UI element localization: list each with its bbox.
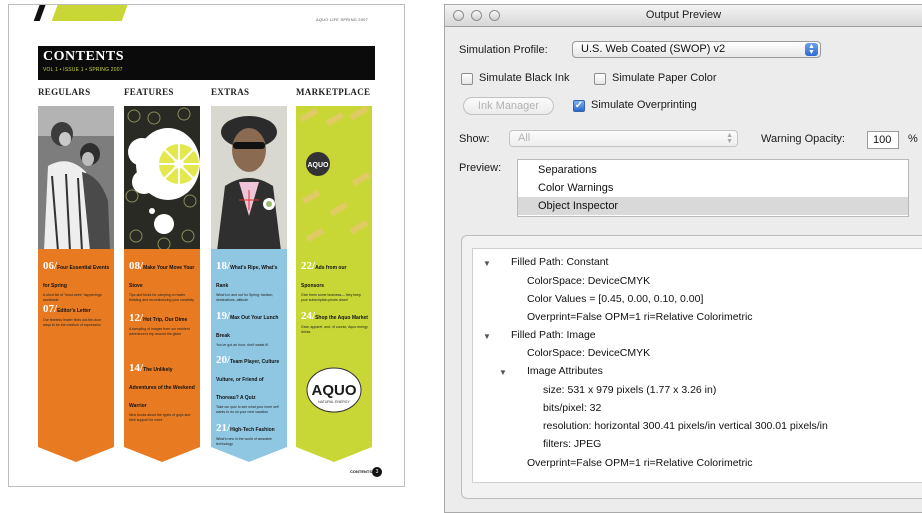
- footer-contents-label: CONTENTS: [350, 469, 372, 474]
- column-heading-marketplace: MARKETPLACE: [296, 87, 371, 97]
- warning-opacity-label: Warning Opacity:: [761, 133, 845, 145]
- simulate-overprinting-label: Simulate Overprinting: [591, 99, 697, 111]
- list-item[interactable]: 07/Editor's Letter Our fearless leader f…: [43, 299, 110, 327]
- simulate-paper-color-label: Simulate Paper Color: [612, 72, 717, 84]
- dancing-couple-photo: [38, 106, 114, 251]
- show-value: All: [518, 132, 531, 144]
- tree-leaf-resolution: resolution: horizontal 300.41 pixels/in …: [543, 420, 828, 432]
- column-features: 08/Make Your Move Your Stove Tips and tr…: [124, 106, 200, 462]
- tree-leaf-bits-per-pixel: bits/pixel: 32: [543, 402, 602, 414]
- warning-opacity-input[interactable]: 100: [867, 131, 899, 149]
- list-item[interactable]: 18/What's Ripe, What's Rank What's in an…: [216, 256, 283, 302]
- preview-label: Preview:: [459, 162, 502, 174]
- list-item[interactable]: 19/Max Out Your Lunch Break You've got a…: [216, 306, 283, 348]
- column-marketplace: AQUO 22/Ads from our Sponsors Give them …: [296, 106, 372, 462]
- aquo-logo: AQUO NATURAL ENERGY: [306, 367, 362, 413]
- preview-option-color-warnings[interactable]: Color Warnings: [518, 179, 908, 197]
- list-item[interactable]: 22/Ads from our Sponsors Give them some …: [301, 256, 368, 302]
- contents-subtitle: VOL 1 • ISSUE 1 • SPRING 2007: [43, 67, 123, 73]
- tree-leaf-overprint: Overprint=False OPM=1 ri=Relative Colori…: [527, 457, 753, 469]
- warning-opacity-unit: %: [908, 133, 918, 145]
- output-preview-window: Output Preview Simulation Profile: U.S. …: [444, 4, 922, 513]
- column-heading-features: FEATURES: [124, 87, 174, 97]
- column-heading-regulars: REGULARS: [38, 87, 91, 97]
- window-titlebar: Output Preview: [445, 5, 922, 27]
- popup-arrows-icon: ▲ ▼: [726, 132, 733, 145]
- tree-leaf-overprint: Overprint=False OPM=1 ri=Relative Colori…: [527, 311, 753, 323]
- list-item[interactable]: 20/Team Player, Culture Vulture, or Frie…: [216, 350, 283, 414]
- disclosure-triangle-icon[interactable]: ▼: [499, 368, 507, 377]
- tree-leaf-colorspace: ColorSpace: DeviceCMYK: [527, 347, 651, 359]
- tree-leaf-filters: filters: JPEG: [543, 438, 602, 450]
- aquo-small-logo: AQUO: [308, 162, 330, 169]
- ink-manager-button[interactable]: Ink Manager: [463, 97, 554, 115]
- flower-pattern-illustration: [124, 106, 200, 251]
- popup-arrows-icon: ▲ ▼: [805, 43, 818, 56]
- preview-mode-list: Separations Color Warnings Object Inspec…: [517, 159, 909, 217]
- man-portrait-photo: [211, 106, 287, 251]
- simulate-paper-color-checkbox[interactable]: [594, 73, 606, 85]
- tree-leaf-colorspace: ColorSpace: DeviceCMYK: [527, 275, 651, 287]
- tree-leaf-color-values: Color Values = [0.45, 0.00, 0.10, 0.00]: [527, 293, 704, 305]
- simulate-black-ink-label: Simulate Black Ink: [479, 72, 570, 84]
- page-number-badge: 3: [372, 467, 382, 477]
- decorative-green-band: [51, 5, 129, 21]
- contents-title: CONTENTS: [43, 49, 125, 64]
- list-item[interactable]: 14/The Unlikely Adventures of the Weeken…: [129, 358, 196, 422]
- preview-option-object-inspector[interactable]: Object Inspector: [518, 197, 908, 215]
- disclosure-triangle-icon[interactable]: ▼: [483, 332, 491, 341]
- object-inspector-tree[interactable]: ▼ Filled Path: Constant ColorSpace: Devi…: [472, 248, 922, 483]
- tree-leaf-size: size: 531 x 979 pixels (1.77 x 3.26 in): [543, 384, 717, 396]
- show-label: Show:: [459, 133, 490, 145]
- list-item[interactable]: 21/High-Tech Fashion What's new in the w…: [216, 418, 283, 446]
- column-heading-extras: EXTRAS: [211, 87, 250, 97]
- disclosure-triangle-icon[interactable]: ▼: [483, 259, 491, 268]
- object-inspector-panel: ▼ Filled Path: Constant ColorSpace: Devi…: [461, 235, 922, 499]
- list-item[interactable]: 06/Four Essential Events for Spring A sh…: [43, 256, 110, 302]
- list-item[interactable]: 08/Make Your Move Your Stove Tips and tr…: [129, 256, 196, 302]
- list-item[interactable]: 12/Hot Trip, Our Dime A sampling of imag…: [129, 308, 196, 336]
- tree-node-filled-path-image: Filled Path: Image: [511, 329, 596, 341]
- simulation-profile-value: U.S. Web Coated (SWOP) v2: [581, 43, 726, 55]
- magazine-contents-page: AQUO LIFE SPRING 2007 CONTENTS VOL 1 • I…: [8, 4, 405, 487]
- magazine-issue-tag: AQUO LIFE SPRING 2007: [316, 17, 368, 22]
- window-title: Output Preview: [645, 9, 722, 21]
- simulate-black-ink-checkbox[interactable]: [461, 73, 473, 85]
- tree-node-image-attributes: Image Attributes: [527, 365, 603, 377]
- decorative-slash: [33, 5, 47, 21]
- simulate-overprinting-checkbox[interactable]: ✓: [573, 100, 585, 112]
- simulation-profile-label: Simulation Profile:: [459, 44, 548, 56]
- svg-text:AQUO: AQUO: [312, 382, 357, 399]
- contents-header: CONTENTS VOL 1 • ISSUE 1 • SPRING 2007: [38, 46, 375, 80]
- tree-node-filled-path-constant: Filled Path: Constant: [511, 256, 609, 268]
- preview-option-separations[interactable]: Separations: [518, 161, 908, 179]
- column-extras: 18/What's Ripe, What's Rank What's in an…: [211, 106, 287, 462]
- show-select[interactable]: All ▲ ▼: [509, 130, 738, 147]
- list-item[interactable]: 24/Shop the Aquo Market Gear, apparel, a…: [301, 306, 368, 334]
- simulation-profile-select[interactable]: U.S. Web Coated (SWOP) v2 ▲ ▼: [572, 41, 821, 58]
- svg-text:NATURAL ENERGY: NATURAL ENERGY: [318, 400, 350, 404]
- column-regulars: 06/Four Essential Events for Spring A sh…: [38, 106, 114, 462]
- aquo-pattern-illustration: AQUO: [296, 106, 372, 251]
